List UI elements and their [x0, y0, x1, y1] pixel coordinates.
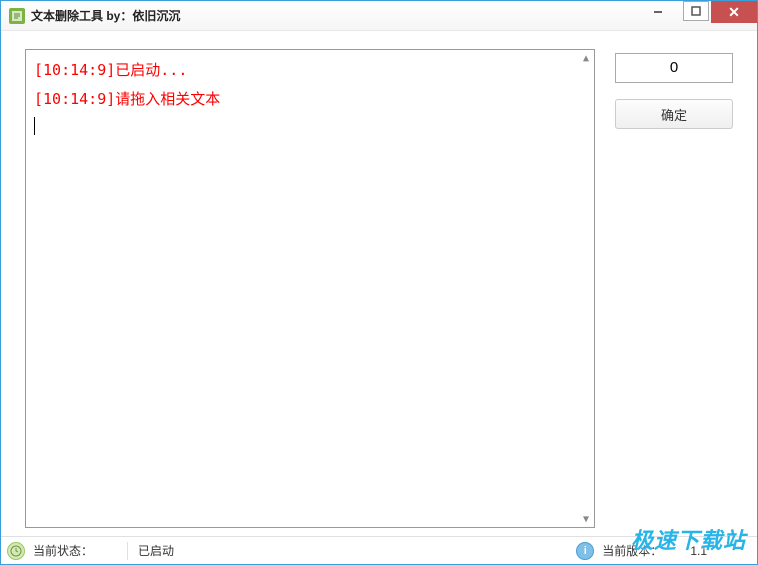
clock-icon: [7, 542, 25, 560]
text-cursor: [34, 117, 35, 135]
titlebar[interactable]: 文本删除工具 by：依旧沉沉 ✕: [1, 1, 757, 31]
counter-display: 0: [615, 53, 733, 83]
close-button[interactable]: ✕: [711, 1, 757, 23]
log-line: [10:14:9]已启动...: [34, 56, 586, 85]
app-window: 文本删除工具 by：依旧沉沉 ✕ [10:14:9]已启动... [10:14:…: [0, 0, 758, 565]
status-state-value: 已启动: [138, 542, 174, 559]
maximize-button[interactable]: [683, 1, 709, 21]
log-console[interactable]: [10:14:9]已启动... [10:14:9]请拖入相关文本 ▲ ▼: [25, 49, 595, 528]
confirm-button[interactable]: 确定: [615, 99, 733, 129]
side-panel: 0 确定: [615, 49, 733, 528]
window-controls: ✕: [635, 1, 757, 30]
info-icon: i: [576, 542, 594, 560]
app-icon: [9, 8, 25, 24]
window-title: 文本删除工具 by：依旧沉沉: [31, 7, 180, 24]
statusbar: 当前状态： 已启动 i 当前版本： 1.1: [1, 536, 757, 564]
status-version-label: 当前版本：: [602, 542, 662, 559]
minimize-button[interactable]: [635, 1, 681, 23]
content-area: [10:14:9]已启动... [10:14:9]请拖入相关文本 ▲ ▼ 0 确…: [1, 31, 757, 536]
log-line: [10:14:9]请拖入相关文本: [34, 85, 586, 114]
status-state-label: 当前状态：: [33, 542, 93, 559]
scroll-down-icon: ▼: [578, 511, 594, 527]
status-version-value: 1.1: [690, 544, 707, 558]
